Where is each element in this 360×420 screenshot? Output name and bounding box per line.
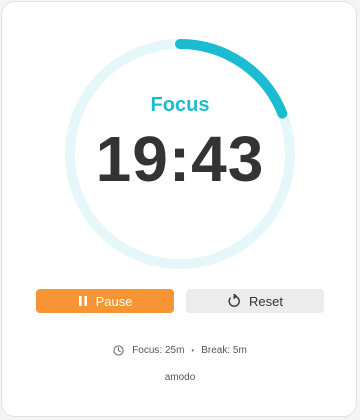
break-duration: Break: 5m xyxy=(201,345,247,356)
pause-button[interactable]: Pause xyxy=(36,289,174,313)
separator-dot: • xyxy=(191,346,195,355)
reset-icon xyxy=(227,294,241,308)
focus-duration: Focus: 25m xyxy=(132,345,185,356)
brand-name: amodo xyxy=(164,372,196,383)
pause-button-label: Pause xyxy=(95,293,133,309)
mode-label: Focus xyxy=(150,94,210,116)
clock-icon xyxy=(113,345,124,356)
reset-button[interactable]: Reset xyxy=(186,289,324,313)
session-settings: Focus: 25m • Break: 5m xyxy=(0,345,360,356)
pause-icon xyxy=(78,295,88,307)
timer-display: 19:43 xyxy=(95,123,265,195)
reset-button-label: Reset xyxy=(249,293,283,309)
progress-ring xyxy=(65,39,295,269)
